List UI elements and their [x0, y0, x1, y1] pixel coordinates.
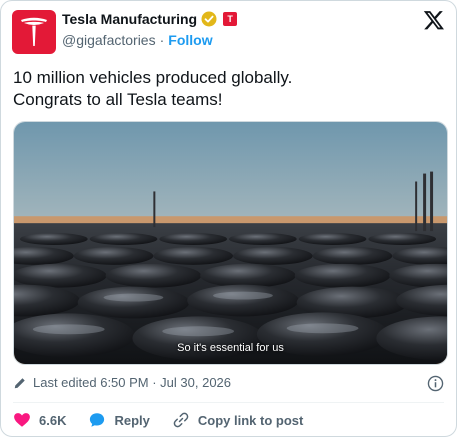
edited-timestamp[interactable]: Last edited 6:50 PM · Jul 30, 2026 — [33, 375, 231, 390]
link-icon — [173, 412, 189, 428]
heart-icon — [14, 413, 30, 427]
post-video[interactable]: So it's essential for us — [13, 121, 448, 365]
tesla-logo-glyph — [21, 17, 47, 46]
x-logo-icon[interactable] — [423, 9, 445, 31]
author-handle[interactable]: @gigafactories — [62, 32, 156, 48]
post-text: 10 million vehicles produced globally. C… — [13, 68, 293, 109]
author-name-row: Tesla Manufacturing T — [62, 11, 238, 27]
author-display-name[interactable]: Tesla Manufacturing — [62, 11, 197, 27]
like-count: 6.6K — [39, 412, 67, 428]
copy-link-label: Copy link to post — [197, 412, 304, 428]
affiliate-badge-icon[interactable]: T — [223, 12, 238, 26]
author-handle-row: @gigafactories · Follow — [62, 32, 213, 48]
reply-label: Reply — [114, 412, 150, 428]
copy-link-button[interactable]: Copy link to post — [172, 411, 303, 429]
like-button[interactable]: 6.6K — [13, 411, 66, 429]
video-frame-car-lot — [14, 122, 447, 364]
follow-button[interactable]: Follow — [168, 32, 212, 48]
reply-button[interactable]: Reply — [88, 411, 150, 429]
divider — [13, 402, 444, 403]
pencil-icon — [14, 377, 25, 388]
tesla-logo-icon[interactable] — [12, 10, 56, 54]
post-actions-bar: 6.6K Reply Copy link to post — [13, 411, 325, 429]
reply-bubble-icon — [90, 413, 105, 427]
verified-badge-icon — [201, 11, 217, 27]
embedded-post-card: Tesla Manufacturing T @gigafactories · F… — [0, 0, 457, 437]
info-icon[interactable] — [427, 375, 444, 392]
handle-separator: · — [159, 32, 165, 48]
edit-history-row[interactable]: Last edited 6:50 PM · Jul 30, 2026 — [13, 375, 231, 390]
video-caption: So it's essential for us — [177, 342, 284, 354]
